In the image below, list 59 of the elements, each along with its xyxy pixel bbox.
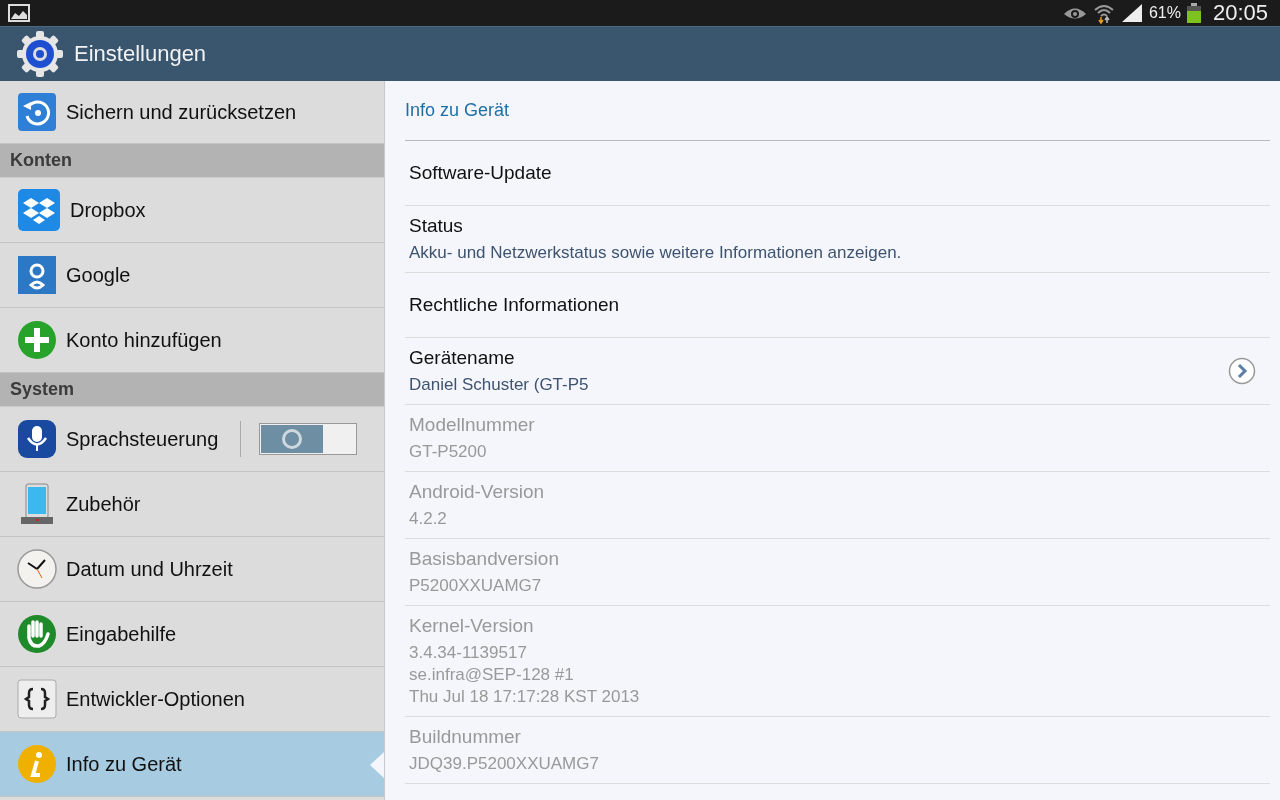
sidebar-item[interactable]: Datum und Uhrzeit [0, 537, 384, 602]
sidebar-item[interactable]: Info zu Gerät [0, 732, 384, 797]
item-label: Konto hinzufügen [66, 328, 222, 352]
hand-icon [17, 614, 57, 654]
settings-row[interactable]: Rechtliche Informationen [405, 273, 1270, 338]
selection-notch [370, 752, 384, 778]
settings-row[interactable]: Status Akku- und Netzwerkstatus sowie weitere Informationen anzeigen. [405, 206, 1270, 273]
row-value: 3.4.34-1139517 se.infra@SEP-128 #1 Thu Jul 18 17:17:28 KST 2013 [409, 642, 641, 708]
item-label: Info zu Gerät [66, 752, 182, 776]
row-value: Akku- und Netzwerkstatus sowie weitere Informationen anzeigen. [409, 242, 903, 264]
gear-icon[interactable] [16, 30, 64, 78]
row-title: Rechtliche Informationen [409, 293, 621, 317]
row-title: Android-Version [409, 480, 546, 504]
sidebar-item[interactable]: Zubehör [0, 472, 384, 537]
clock-time: 20:05 [1212, 0, 1268, 26]
microphone-icon [17, 419, 57, 459]
braces-icon [17, 679, 57, 719]
toggle-switch[interactable] [259, 423, 358, 455]
item-label: Sichern und zurücksetzen [66, 100, 297, 124]
section-header: Konten [0, 144, 384, 178]
signal-icon [1120, 4, 1143, 22]
box-icon [17, 188, 61, 232]
item-label: Google [66, 263, 131, 287]
clock-icon [17, 549, 57, 589]
wifi-icon [1092, 2, 1115, 24]
item-label: Entwickler-Optionen [66, 687, 245, 711]
row-value: GT-P5200 [409, 441, 488, 463]
row-title: Basisbandversion [409, 547, 560, 571]
section-header: System [0, 373, 384, 407]
row-value: Daniel Schuster (GT-P5 [409, 374, 590, 396]
item-label: Eingabehilfe [66, 622, 177, 646]
row-value: JDQ39.P5200XXUAMG7 [409, 753, 600, 775]
item-label: Zubehör [66, 492, 141, 516]
sidebar-item[interactable]: Dropbox [0, 178, 384, 243]
row-value: P5200XXUAMG7 [409, 575, 543, 597]
sidebar-item[interactable]: Sprachsteuerung [0, 407, 384, 472]
battery-icon [1186, 3, 1201, 23]
row-title: Modellnummer [409, 413, 536, 437]
plus-icon [17, 320, 57, 360]
gallery-icon [8, 4, 30, 22]
section-title: Info zu Gerät [405, 81, 1270, 141]
settings-row[interactable]: Gerätename Daniel Schuster (GT-P5 [405, 338, 1270, 405]
row-title: Software-Update [409, 161, 553, 185]
item-label: Datum und Uhrzeit [66, 557, 233, 581]
chevron-icon[interactable] [1228, 357, 1256, 385]
item-label: Dropbox [70, 198, 146, 222]
row-value: 4.2.2 [409, 508, 448, 530]
restore-icon [17, 92, 57, 132]
app-title: Einstellungen [74, 41, 207, 67]
row-title: Status [409, 214, 464, 238]
sidebar-item[interactable]: Eingabehilfe [0, 602, 384, 667]
row-title: Buildnummer [409, 725, 522, 749]
info-icon [17, 744, 57, 784]
row-title: Gerätename [409, 346, 516, 370]
row-title: Kernel-Version [409, 614, 535, 638]
sidebar-item[interactable]: Google [0, 243, 384, 308]
settings-row[interactable]: Software-Update [405, 141, 1270, 206]
item-label: Sprachsteuerung [66, 427, 219, 451]
battery-percent: 61% [1148, 4, 1181, 22]
